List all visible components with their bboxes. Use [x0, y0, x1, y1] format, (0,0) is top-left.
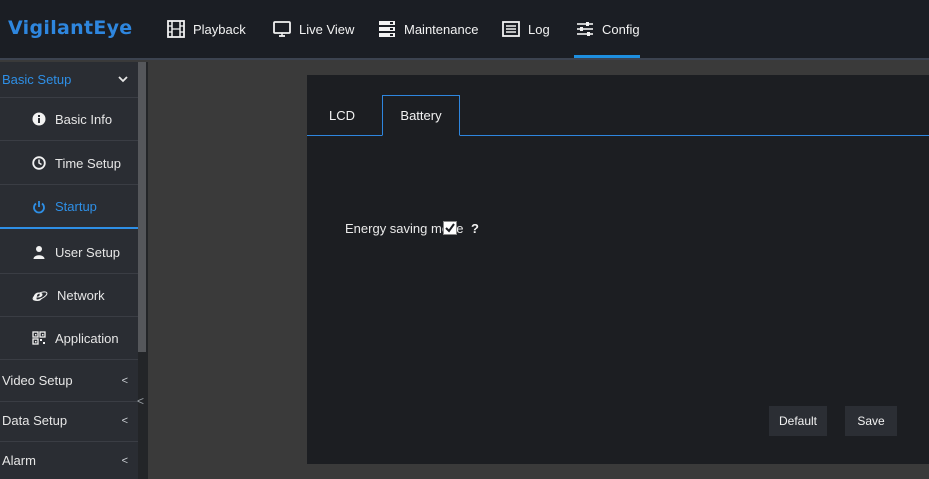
globe-icon: e — [32, 287, 48, 303]
sidebar-group-label: Basic Setup — [2, 72, 72, 87]
sidebar-group-label: Alarm — [2, 453, 36, 468]
config-panel: LCD Battery Energy saving mode ? Default… — [307, 75, 929, 464]
list-icon — [502, 21, 520, 37]
nav-playback[interactable]: Playback — [166, 17, 246, 41]
chevron-left-icon: < — [121, 454, 128, 467]
sidebar-group-alarm[interactable]: Alarm < — [0, 440, 138, 479]
sidebar-item-label: User Setup — [55, 244, 121, 260]
nav-label: Playback — [193, 21, 246, 37]
user-icon — [33, 246, 45, 259]
nav-label: Live View — [299, 21, 355, 37]
save-button[interactable]: Save — [845, 406, 897, 436]
top-navigation-bar: VigilantEye Playback Live View Maintenan… — [0, 0, 929, 60]
film-icon — [167, 20, 185, 38]
collapse-sidebar-icon[interactable]: < — [137, 394, 145, 414]
default-button[interactable]: Default — [769, 406, 827, 436]
sidebar-item-time-setup[interactable]: Time Setup — [0, 142, 138, 185]
sidebar-item-label: Startup — [55, 199, 97, 214]
sidebar-item-user-setup[interactable]: User Setup — [0, 231, 138, 274]
sliders-icon — [577, 22, 593, 36]
nav-log[interactable]: Log — [501, 17, 550, 41]
sidebar-group-basic-setup[interactable]: Basic Setup — [0, 62, 138, 98]
energy-saving-checkbox[interactable] — [443, 221, 457, 235]
active-nav-indicator — [574, 55, 640, 58]
sidebar-group-video-setup[interactable]: Video Setup < — [0, 360, 138, 402]
checkmark-icon — [445, 223, 455, 233]
tab-lcd[interactable]: LCD — [321, 95, 363, 136]
power-icon — [33, 200, 45, 213]
sidebar-scrollbar-thumb[interactable] — [138, 62, 146, 352]
chevron-down-icon — [118, 74, 128, 86]
clock-icon — [32, 156, 46, 170]
sidebar-item-label: Time Setup — [55, 155, 121, 171]
sidebar-group-data-setup[interactable]: Data Setup < — [0, 400, 138, 442]
sidebar-item-basic-info[interactable]: Basic Info — [0, 98, 138, 141]
brand-logo: VigilantEye — [8, 17, 133, 39]
nav-label: Config — [602, 21, 640, 37]
sidebar-item-startup[interactable]: Startup — [0, 186, 138, 229]
nav-label: Log — [528, 21, 550, 37]
tab-battery[interactable]: Battery — [382, 95, 460, 136]
nav-maintenance[interactable]: Maintenance — [377, 17, 478, 41]
sidebar-item-label: Network — [57, 287, 105, 303]
monitor-icon — [273, 21, 291, 37]
sidebar-group-label: Data Setup — [2, 413, 68, 428]
sidebar-item-label: Basic Info — [55, 111, 113, 127]
nav-label: Maintenance — [404, 21, 479, 37]
sidebar-group-label: Video Setup — [2, 373, 73, 388]
sidebar-item-network[interactable]: e Network — [0, 274, 138, 317]
help-icon[interactable]: ? — [471, 221, 479, 236]
nav-config[interactable]: Config — [575, 17, 640, 41]
server-icon — [379, 21, 395, 37]
info-icon — [32, 112, 46, 126]
qr-icon — [32, 331, 46, 345]
sidebar-item-application[interactable]: Application — [0, 317, 138, 360]
chevron-left-icon: < — [121, 374, 128, 387]
chevron-left-icon: < — [121, 414, 128, 427]
sidebar-item-label: Application — [55, 330, 119, 346]
nav-live-view[interactable]: Live View — [272, 17, 354, 41]
